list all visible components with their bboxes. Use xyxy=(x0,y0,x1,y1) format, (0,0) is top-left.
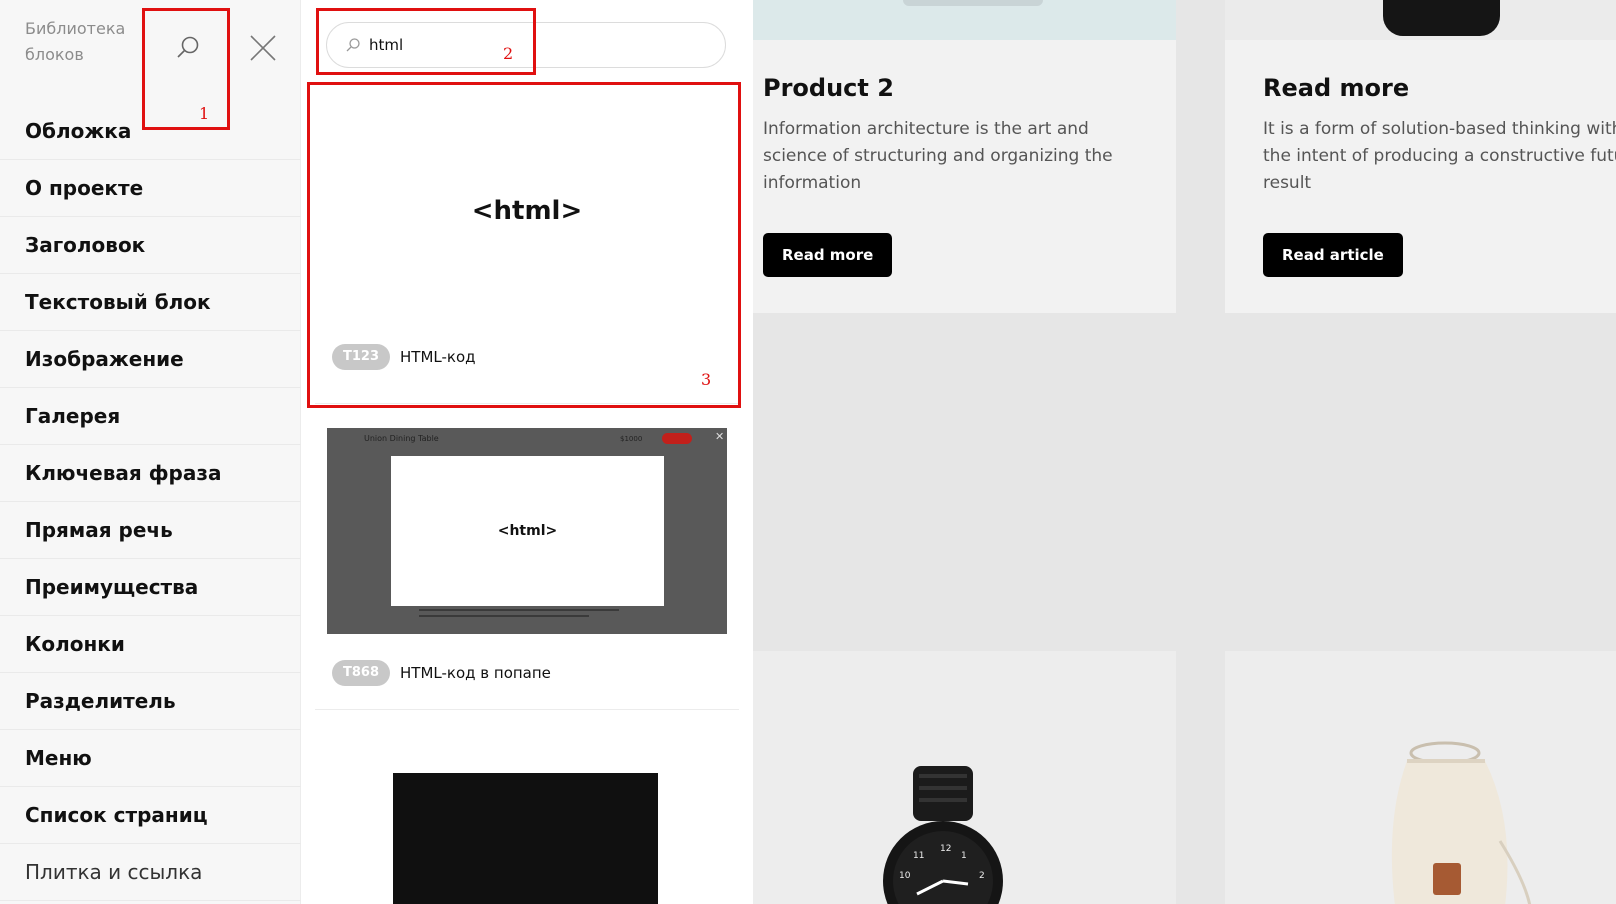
category-list: Обложка О проекте Заголовок Текстовый бл… xyxy=(0,103,301,901)
preview-header-button xyxy=(662,433,692,444)
category-item[interactable]: Текстовый блок xyxy=(0,274,301,331)
close-icon: ✕ xyxy=(715,430,725,443)
block-preview: Union Dining Table $1000 ✕ <html> xyxy=(327,428,727,634)
category-item[interactable]: Галерея xyxy=(0,388,301,445)
category-item[interactable]: Изображение xyxy=(0,331,301,388)
block-search-field[interactable] xyxy=(326,22,726,68)
category-item[interactable]: О проекте xyxy=(0,160,301,217)
search-icon xyxy=(346,38,360,52)
watch-image: 12 11 1 10 2 xyxy=(883,766,1003,904)
category-item[interactable]: Плитка и ссылка xyxy=(0,844,301,901)
svg-text:10: 10 xyxy=(899,871,911,881)
annotation-label-1: 1 xyxy=(199,104,210,123)
block-name: HTML-код xyxy=(400,348,476,366)
close-icon xyxy=(250,35,276,61)
annotation-label-2: 2 xyxy=(503,44,514,63)
tile-description: It is a form of solution-based thinking … xyxy=(1263,119,1616,193)
tile-title: Product 2 xyxy=(763,74,894,102)
preview-footer-text-lines xyxy=(419,609,619,617)
block-preview xyxy=(393,773,658,904)
product-image xyxy=(753,0,1176,40)
svg-text:2: 2 xyxy=(979,871,985,881)
block-card-t123[interactable]: <html> T123 HTML-код xyxy=(315,88,739,404)
category-item[interactable]: Разделитель xyxy=(0,673,301,730)
sidebar-title: Библиотека блоков xyxy=(25,19,126,64)
category-item[interactable]: Обложка xyxy=(0,103,301,160)
preview-popup: <html> xyxy=(391,456,664,606)
preview-code-text: <html> xyxy=(471,196,583,226)
page-canvas: Product 2 Information architecture is th… xyxy=(753,0,1616,904)
sidebar-search-button[interactable] xyxy=(168,28,208,68)
category-item[interactable]: Заголовок xyxy=(0,217,301,274)
svg-text:1: 1 xyxy=(961,851,967,861)
annotation-label-3: 3 xyxy=(701,370,712,389)
card-meta: T123 HTML-код xyxy=(332,344,476,370)
product-tile-watch: 12 11 1 10 2 xyxy=(753,651,1176,904)
category-item[interactable]: Прямая речь xyxy=(0,502,301,559)
category-item[interactable]: Меню xyxy=(0,730,301,787)
preview-code-text: <html> xyxy=(497,523,558,539)
block-name: HTML-код в попапе xyxy=(400,664,551,682)
block-preview: <html> xyxy=(315,88,739,334)
tile-title: Read more xyxy=(1263,74,1410,102)
sidebar-close-button[interactable] xyxy=(243,28,283,68)
search-icon xyxy=(177,36,199,58)
read-more-button[interactable]: Read more xyxy=(763,233,893,277)
card-meta: T868 HTML-код в попапе xyxy=(332,660,551,686)
bag-image xyxy=(1391,741,1532,904)
block-code-badge: T123 xyxy=(332,344,391,370)
product-tile-bag xyxy=(1225,651,1616,904)
search-input[interactable] xyxy=(369,36,709,54)
preview-header-price: $1000 xyxy=(620,435,643,443)
tile-description: Information architecture is the art and … xyxy=(763,119,1113,193)
block-library-sidebar: Библиотека блоков Обложка О проекте Заго… xyxy=(0,0,301,904)
product-image xyxy=(1225,0,1616,40)
preview-header-title: Union Dining Table xyxy=(364,434,439,443)
svg-text:12: 12 xyxy=(940,844,951,854)
block-code-badge: T868 xyxy=(332,660,391,686)
block-card[interactable] xyxy=(315,724,739,904)
read-article-button[interactable]: Read article xyxy=(1263,233,1403,277)
category-item[interactable]: Ключевая фраза xyxy=(0,445,301,502)
search-results-panel: <html> T123 HTML-код Union Dining Table … xyxy=(301,0,753,904)
sidebar-header: Библиотека блоков xyxy=(0,0,301,100)
product-tile: Product 2 Information architecture is th… xyxy=(753,0,1176,313)
category-item[interactable]: Список страниц xyxy=(0,787,301,844)
block-card-t868[interactable]: Union Dining Table $1000 ✕ <html> T868 H… xyxy=(315,418,739,710)
category-item[interactable]: Преимущества xyxy=(0,559,301,616)
category-item[interactable]: Колонки xyxy=(0,616,301,673)
app-root: Библиотека блоков Обложка О проекте Заго… xyxy=(0,0,1616,904)
product-tile: Read more It is a form of solution-based… xyxy=(1225,0,1616,313)
svg-text:11: 11 xyxy=(913,851,924,861)
